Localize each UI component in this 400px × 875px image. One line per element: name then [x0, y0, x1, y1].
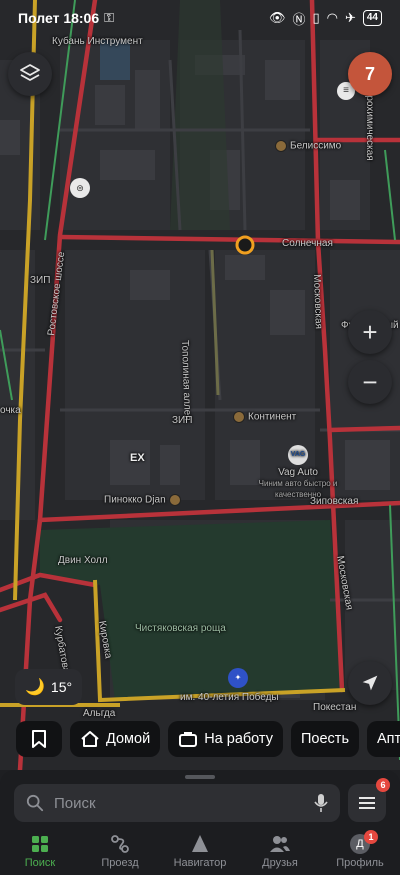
map-label: Кубань Инструмент	[52, 36, 143, 47]
poi-pinokkio[interactable]: Пинокко Djan	[104, 494, 184, 506]
nfc-icon: Ⓝ	[292, 11, 306, 27]
key-icon: ⚿	[104, 10, 115, 25]
menu-badge: 6	[376, 778, 390, 792]
search-bar[interactable]	[14, 784, 340, 822]
home-icon	[81, 731, 99, 747]
moon-cloud-icon: 🌙	[25, 679, 45, 696]
poi-vag-auto[interactable]: VAG Vag Auto Чиним авто быстро и качеств…	[253, 445, 343, 500]
my-location-button[interactable]	[348, 661, 392, 705]
hamburger-icon	[359, 797, 375, 809]
food-icon	[168, 494, 181, 506]
street-label: Альгда	[83, 708, 116, 719]
location-marker-icon	[235, 235, 255, 255]
layers-icon	[20, 64, 40, 81]
map-view[interactable]: Кубань Инструмент Белиссимо Солнечная ЗИ…	[0, 0, 400, 770]
tab-search[interactable]: Поиск	[0, 830, 80, 875]
menu-button[interactable]: 6	[348, 778, 390, 822]
airplane-icon: ✈	[344, 10, 356, 25]
poi-dvin[interactable]: Двин Холл	[58, 555, 108, 566]
minus-icon: −	[362, 366, 378, 397]
bookmark-icon	[32, 730, 46, 748]
sheet-handle[interactable]	[185, 775, 215, 779]
home-chip-label: Домой	[106, 731, 151, 747]
poi-ex[interactable]: EX	[130, 452, 145, 464]
plus-icon: +	[362, 316, 378, 347]
grid-icon	[31, 834, 49, 854]
tab-label: Проезд	[101, 857, 139, 869]
status-time: Полет 18:06	[18, 10, 100, 26]
eat-chip-label: Поесть	[301, 731, 349, 747]
street-label: Агрохимическая	[364, 85, 375, 161]
profile-badge: 1	[364, 830, 378, 844]
park-label: Чистяковская роща	[135, 623, 226, 634]
search-icon	[26, 794, 44, 812]
weather-widget[interactable]: 🌙 15°	[15, 669, 83, 705]
zoom-in-button[interactable]: +	[348, 310, 392, 354]
battery-icon: 44	[362, 10, 382, 26]
work-chip-label: На работу	[204, 731, 273, 747]
work-chip[interactable]: На работу	[168, 721, 283, 757]
quick-chips: Домой На работу Поесть Апт	[0, 721, 400, 759]
notifications-button[interactable]: 7	[348, 52, 392, 96]
profile-icon: Д 1	[350, 830, 378, 854]
tab-label: Профиль	[336, 857, 384, 869]
shop-icon	[233, 411, 245, 423]
layers-button[interactable]	[8, 52, 52, 96]
street-label: Покестан	[313, 702, 357, 713]
street-label: Зиповская	[310, 496, 359, 507]
street-label: Московская	[311, 274, 324, 330]
tab-bar: Поиск Проезд Навигатор Друзья Д 1 Профил…	[0, 830, 400, 875]
tab-label: Поиск	[24, 857, 56, 869]
eye-icon: 👁	[268, 10, 286, 25]
tab-profile[interactable]: Д 1 Профиль	[320, 830, 400, 875]
tab-label: Навигатор	[173, 857, 227, 869]
microphone-icon[interactable]	[314, 793, 328, 813]
food-icon	[275, 140, 287, 152]
navigator-icon	[191, 834, 209, 854]
poi-marker-icon[interactable]: ⊜	[70, 178, 90, 198]
street-label: им. 40-летия Победы	[180, 692, 279, 703]
vag-logo-icon: VAG	[288, 445, 308, 465]
poi-marker-icon[interactable]: ✦	[228, 668, 248, 688]
eat-chip[interactable]: Поесть	[291, 721, 359, 757]
map-label: очка	[0, 405, 21, 416]
tab-friends[interactable]: Друзья	[240, 830, 320, 875]
tab-label: Друзья	[262, 857, 298, 869]
tab-route[interactable]: Проезд	[80, 830, 160, 875]
street-label: Солнечная	[282, 238, 333, 249]
vibrate-icon: ▯	[312, 10, 320, 25]
bottom-sheet[interactable]: 6 Поиск Проезд	[0, 770, 400, 875]
wifi-icon: ◠	[326, 10, 338, 25]
search-input[interactable]	[54, 794, 304, 812]
search-row: 6	[14, 778, 390, 822]
poi-kontinent[interactable]: Континент	[233, 411, 296, 423]
poi-belissimo[interactable]: Белиссимо	[275, 140, 341, 152]
poi-zip: ЗИП	[30, 275, 51, 286]
navigation-arrow-icon	[362, 675, 378, 691]
zoom-out-button[interactable]: −	[348, 360, 392, 404]
home-chip[interactable]: Домой	[70, 721, 161, 757]
pharmacy-chip-label: Апт	[377, 731, 400, 747]
bookmarks-chip[interactable]	[16, 721, 62, 757]
poi-zip-mid[interactable]: ЗИП	[172, 415, 192, 426]
status-bar: Полет 18:06 ⚿ 👁 Ⓝ ▯ ◠ ✈ 44	[0, 0, 400, 36]
weather-temp: 15°	[50, 679, 73, 695]
friends-icon	[269, 834, 291, 854]
briefcase-icon	[179, 732, 198, 747]
tab-navigator[interactable]: Навигатор	[160, 830, 240, 875]
route-icon	[110, 834, 130, 854]
pharmacy-chip[interactable]: Апт	[367, 721, 400, 757]
